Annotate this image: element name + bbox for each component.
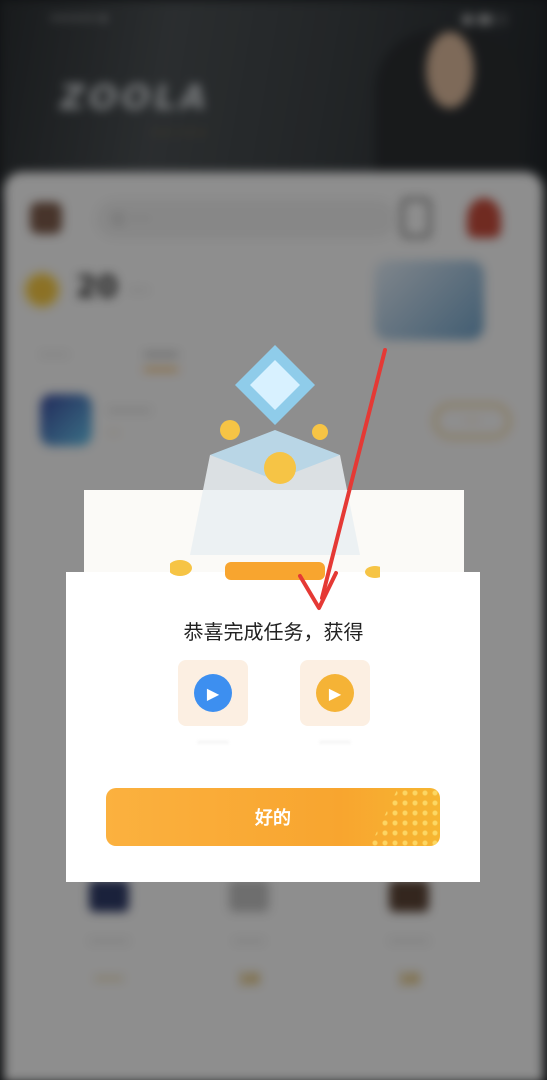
reward-item: ▶ ········· xyxy=(178,660,248,749)
reward-item: ▶ ········· xyxy=(300,660,370,749)
dialog-title: 恭喜完成任务，获得 xyxy=(183,620,364,644)
play-icon: ▶ xyxy=(194,674,232,712)
reward-icon-box: ▶ xyxy=(300,660,370,726)
reward-label: ········· xyxy=(319,736,351,749)
ok-button[interactable]: 好的 xyxy=(106,788,440,846)
reward-icon-box: ▶ xyxy=(178,660,248,726)
coin-play-icon: ▶ xyxy=(316,674,354,712)
treasure-chest-illustration xyxy=(170,345,380,580)
reward-label: ········· xyxy=(197,736,229,749)
